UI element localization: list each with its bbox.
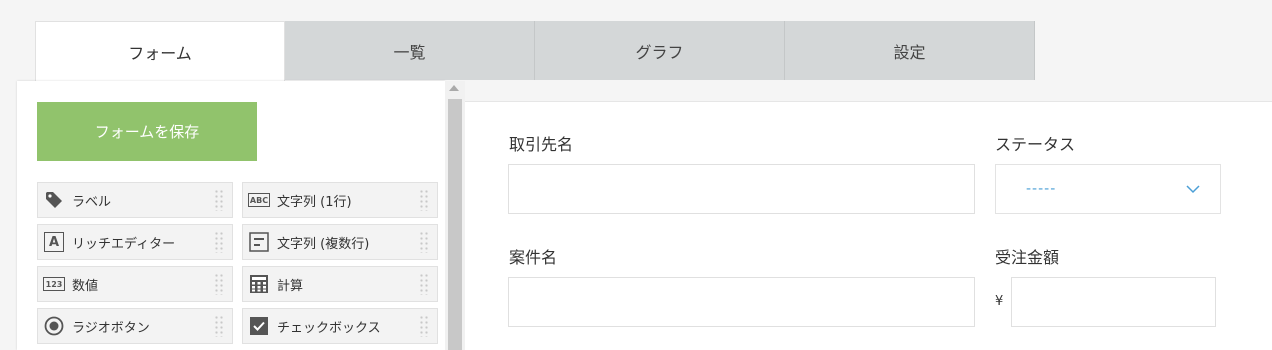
tab-graph[interactable]: グラフ: [535, 21, 785, 80]
palette-item-multi-line-text[interactable]: 文字列 (複数行): [242, 224, 438, 260]
palette-item-name: 計算: [277, 278, 304, 294]
project-name-label: 案件名: [509, 248, 558, 267]
currency-symbol: ¥: [995, 294, 1004, 309]
abc-icon-text: ABC: [248, 193, 270, 207]
palette-item-name: リッチエディター: [72, 236, 176, 252]
palette-item-single-line-text[interactable]: ABC 文字列 (1行): [242, 182, 438, 218]
status-dropdown[interactable]: -----: [995, 164, 1221, 214]
tab-form[interactable]: フォーム: [35, 21, 285, 81]
scroll-up-arrow-icon[interactable]: [449, 85, 459, 91]
palette-item-name: ラジオボタン: [72, 320, 150, 336]
save-form-button[interactable]: フォームを保存: [37, 102, 257, 161]
palette-item-number[interactable]: 123 数値: [37, 266, 233, 302]
palette-item-name: チェックボックス: [277, 320, 381, 336]
client-name-field[interactable]: [508, 164, 975, 214]
palette-item-radio-button[interactable]: ラジオボタン: [37, 308, 233, 344]
number-icon: 123: [43, 273, 65, 295]
calculator-icon: [248, 273, 270, 295]
drag-handle[interactable]: [214, 231, 224, 253]
status-dropdown-value: -----: [1026, 181, 1057, 197]
drag-handle[interactable]: [419, 189, 429, 211]
palette-scrollbar-thumb[interactable]: [448, 99, 462, 350]
palette-item-name: ラベル: [72, 194, 112, 210]
palette-item-calculation[interactable]: 計算: [242, 266, 438, 302]
tag-icon: [43, 189, 65, 211]
palette-item-name: 数値: [72, 278, 99, 294]
order-amount-label: 受注金額: [995, 248, 1060, 267]
drag-handle[interactable]: [419, 231, 429, 253]
palette-item-name: 文字列 (複数行): [277, 236, 370, 252]
checkbox-icon: [248, 315, 270, 337]
tab-list[interactable]: 一覧: [285, 21, 535, 80]
palette-item-name: 文字列 (1行): [277, 194, 352, 210]
project-name-field[interactable]: [508, 277, 975, 327]
palette-item-label[interactable]: ラベル: [37, 182, 233, 218]
tab-settings[interactable]: 設定: [785, 21, 1035, 80]
tab-bar: フォーム 一覧 グラフ 設定: [35, 21, 1035, 81]
drag-handle[interactable]: [419, 315, 429, 337]
order-amount-field[interactable]: [1011, 277, 1216, 327]
drag-handle[interactable]: [214, 189, 224, 211]
rich-editor-icon-text: A: [44, 232, 64, 252]
palette-item-rich-editor[interactable]: A リッチエディター: [37, 224, 233, 260]
palette-item-checkbox[interactable]: チェックボックス: [242, 308, 438, 344]
abc-icon: ABC: [248, 189, 270, 211]
radio-button-icon: [43, 315, 65, 337]
number-icon-text: 123: [43, 277, 65, 291]
status-label: ステータス: [995, 135, 1076, 154]
drag-handle[interactable]: [214, 273, 224, 295]
drag-handle[interactable]: [419, 273, 429, 295]
chevron-down-icon: [1186, 184, 1200, 194]
form-layout-canvas: 取引先名 ステータス ----- 案件名 受注金額 ¥: [465, 101, 1272, 350]
client-name-label: 取引先名: [509, 135, 574, 154]
field-palette: フォームを保存 ラベル ABC 文字列 (1行) A リッチエディター 文字列 …: [17, 81, 445, 350]
rich-editor-icon: A: [43, 231, 65, 253]
drag-handle[interactable]: [214, 315, 224, 337]
multiline-text-icon: [248, 231, 270, 253]
